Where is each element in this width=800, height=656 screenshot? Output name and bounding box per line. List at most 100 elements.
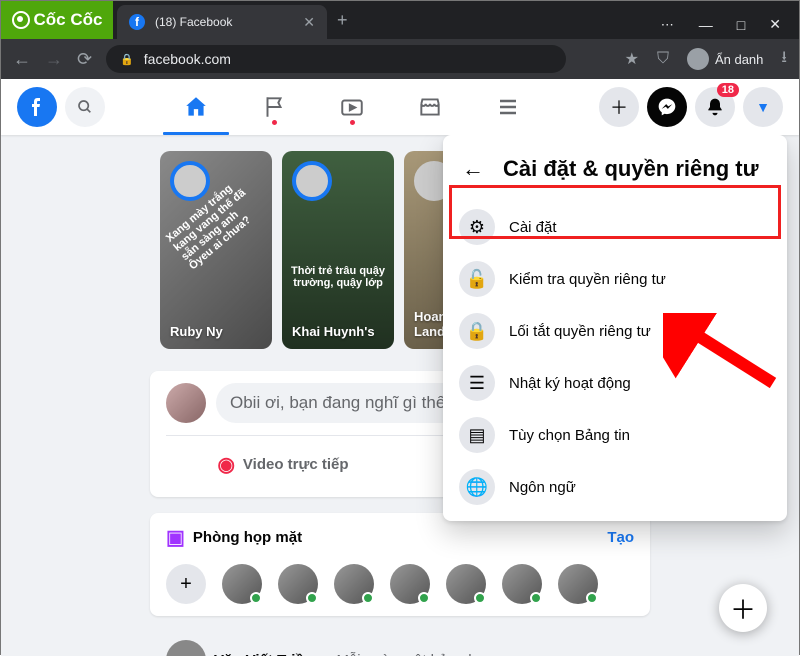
dropdown-back-button[interactable]: ← <box>455 151 491 187</box>
account-dropdown-button[interactable]: ▼ <box>743 87 783 127</box>
settings-privacy-dropdown: ← Cài đặt & quyền riêng tư ⚙ Cài đặt 🔓 K… <box>443 135 787 521</box>
download-icon[interactable]: ⭳ <box>781 46 787 73</box>
online-dot <box>250 592 262 604</box>
story-card[interactable]: Thời trẻ trâu quậy trường, quậy lớp Khai… <box>282 151 394 349</box>
dropdown-item-privacy-shortcuts[interactable]: 🔒 Lối tắt quyền riêng tư <box>451 305 779 357</box>
rooms-card: ▣ Phòng họp mặt Tạo + <box>150 513 650 616</box>
online-dot <box>474 592 486 604</box>
online-dot <box>362 592 374 604</box>
plus-icon: ＋ <box>730 590 756 627</box>
dropdown-item-label: Cài đặt <box>509 219 557 236</box>
online-dot <box>418 592 430 604</box>
composer-placeholder: Obii ơi, bạn đang nghĩ gì thế? <box>230 393 455 413</box>
dropdown-item-activity-log[interactable]: ☰ Nhật ký hoạt động <box>451 357 779 409</box>
room-avatar[interactable] <box>390 564 430 604</box>
room-avatar[interactable] <box>334 564 374 604</box>
incognito-indicator[interactable]: Ẩn danh <box>687 48 763 70</box>
new-tab-button[interactable]: + <box>337 10 348 31</box>
incognito-icon <box>687 48 709 70</box>
nav-forward-icon: → <box>45 49 63 70</box>
facebook-logo[interactable] <box>17 87 57 127</box>
watch-icon <box>339 94 365 120</box>
notification-badge: 18 <box>717 83 739 97</box>
facebook-f-icon <box>25 95 49 119</box>
nav-menu[interactable] <box>473 81 543 133</box>
new-message-fab[interactable]: ＋ <box>719 584 767 632</box>
room-avatar[interactable] <box>446 564 486 604</box>
story-avatar <box>170 161 210 201</box>
messenger-icon <box>657 97 677 117</box>
online-dot <box>306 592 318 604</box>
shield-icon[interactable]: ⛉ <box>657 50 669 68</box>
story-card[interactable]: Xang mày trắng kang vang thế đã sẵn sàng… <box>160 151 272 349</box>
room-add-button[interactable]: + <box>166 564 206 604</box>
marketplace-icon <box>417 94 443 120</box>
rooms-icon: ▣ <box>166 525 185 550</box>
chevron-down-icon: ▼ <box>756 99 770 115</box>
tab-title: (18) Facebook <box>155 15 232 29</box>
notification-dot <box>272 120 277 125</box>
nav-pages[interactable] <box>239 81 309 133</box>
tab-close-icon[interactable]: ✕ <box>303 14 315 31</box>
story-avatar <box>292 161 332 201</box>
nav-home[interactable] <box>161 81 231 133</box>
user-avatar[interactable] <box>166 383 206 423</box>
globe-icon: 🌐 <box>459 469 495 505</box>
window-minimize-icon[interactable]: ― <box>699 17 713 33</box>
window-maximize-icon[interactable]: □ <box>737 17 745 33</box>
coccoc-icon <box>12 11 30 29</box>
story-author: Khai Huynh's <box>292 324 384 339</box>
feed-icon: ▤ <box>459 417 495 453</box>
list-icon: ☰ <box>459 365 495 401</box>
room-avatar[interactable] <box>222 564 262 604</box>
lock-icon: 🔒 <box>459 313 495 349</box>
dropdown-item-settings[interactable]: ⚙ Cài đặt <box>451 201 779 253</box>
flag-icon <box>261 94 287 120</box>
incognito-label: Ẩn danh <box>715 52 763 67</box>
create-button[interactable]: ＋ <box>599 87 639 127</box>
hamburger-icon <box>496 95 520 119</box>
post-avatar <box>166 640 206 656</box>
dropdown-item-label: Tùy chọn Bảng tin <box>509 427 630 444</box>
nav-marketplace[interactable] <box>395 81 465 133</box>
home-icon <box>183 94 209 120</box>
messenger-button[interactable] <box>647 87 687 127</box>
notification-dot <box>350 120 355 125</box>
rooms-create-link[interactable]: Tạo <box>607 529 634 546</box>
address-bar[interactable]: 🔒 facebook.com <box>106 45 566 73</box>
rooms-avatars: + <box>166 564 634 604</box>
story-caption: Thời trẻ trâu quậy trường, quậy lớp <box>290 265 386 289</box>
story-author: Ruby Ny <box>170 324 262 339</box>
dropdown-item-privacy-checkup[interactable]: 🔓 Kiểm tra quyền riêng tư <box>451 253 779 305</box>
dropdown-item-label: Ngôn ngữ <box>509 479 576 496</box>
room-avatar[interactable] <box>502 564 542 604</box>
dropdown-item-label: Kiểm tra quyền riêng tư <box>509 271 666 288</box>
dropdown-item-language[interactable]: 🌐 Ngôn ngữ <box>451 461 779 513</box>
browser-tab[interactable]: f (18) Facebook ✕ <box>117 5 327 39</box>
video-icon: ◉ <box>217 452 234 477</box>
notifications-button[interactable]: 18 <box>695 87 735 127</box>
room-avatar[interactable] <box>558 564 598 604</box>
nav-watch[interactable] <box>317 81 387 133</box>
search-button[interactable] <box>65 87 105 127</box>
nav-back-icon[interactable]: ← <box>13 49 31 70</box>
post-header[interactable]: Văn Viết Triều ▸ Mỗi ngày một bản nhạc <box>150 632 650 656</box>
dropdown-title: Cài đặt & quyền riêng tư <box>503 156 759 182</box>
rooms-title-label: Phòng họp mặt <box>193 529 302 546</box>
browser-logo: Cốc Cốc <box>1 1 113 39</box>
live-video-label: Video trực tiếp <box>243 456 349 473</box>
right-nav: ＋ 18 ▼ <box>599 87 783 127</box>
nav-reload-icon[interactable]: ⟳ <box>77 49 92 70</box>
facebook-favicon-icon: f <box>129 14 145 30</box>
dropdown-item-news-feed-prefs[interactable]: ▤ Tùy chọn Bảng tin <box>451 409 779 461</box>
post-context: Mỗi ngày một bản nhạc <box>336 652 492 656</box>
browser-address-row: ← → ⟳ 🔒 facebook.com ★ ⛉ Ẩn danh ⭳ <box>1 39 799 79</box>
window-app-menu-icon[interactable]: ⋯ <box>661 17 675 33</box>
bookmark-star-icon[interactable]: ★ <box>625 49 639 69</box>
window-controls: ⋯ ― □ ✕ <box>661 16 799 39</box>
dropdown-item-label: Nhật ký hoạt động <box>509 375 631 392</box>
live-video-button[interactable]: ◉ Video trực tiếp <box>166 444 400 485</box>
facebook-header: ＋ 18 ▼ <box>1 79 799 135</box>
window-close-icon[interactable]: ✕ <box>769 16 781 33</box>
room-avatar[interactable] <box>278 564 318 604</box>
